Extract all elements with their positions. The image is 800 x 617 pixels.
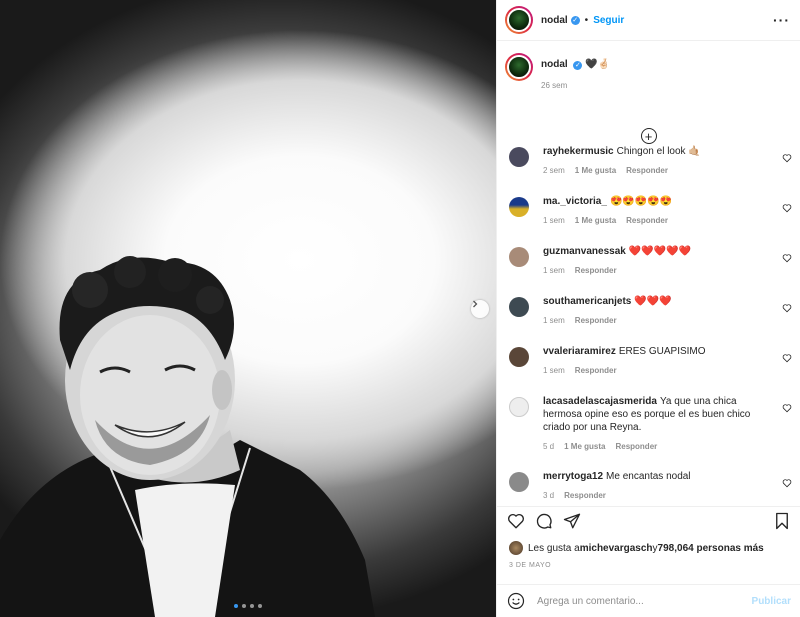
comment-item: rayhekermusic Chingon el look 🤙🏼 2 sem 1 M… <box>497 145 800 175</box>
likes-count[interactable]: 798,064 personas más <box>658 543 764 554</box>
publish-button[interactable]: Publicar <box>752 596 791 607</box>
comment-likes[interactable]: 1 Me gusta <box>575 216 616 225</box>
comment-like-heart-icon[interactable] <box>782 153 792 163</box>
more-options-icon[interactable]: ··· <box>773 12 790 28</box>
carousel-dot <box>242 604 246 608</box>
comment-time[interactable]: 5 d <box>543 442 554 451</box>
comment-like-heart-icon[interactable] <box>782 303 792 313</box>
post-date[interactable]: 3 DE MAYO <box>509 562 551 569</box>
comment-like-heart-icon[interactable] <box>782 403 792 413</box>
bookmark-icon[interactable] <box>773 512 791 530</box>
comment-time[interactable]: 1 sem <box>543 316 565 325</box>
comment-item: ma._victoria_ 😍😍😍😍😍 1 sem 1 Me gusta Respon… <box>497 195 800 225</box>
commenter-username[interactable]: rayhekermusic <box>543 146 614 157</box>
likes-summary: Les gusta a michevargasch y 798,064 pers… <box>509 541 764 555</box>
comment-time[interactable]: 3 d <box>543 491 554 500</box>
comments-list: rayhekermusic Chingon el look 🤙🏼 2 sem 1 M… <box>497 140 800 500</box>
verified-badge-icon: ✓ <box>573 60 583 70</box>
commenter-avatar[interactable] <box>509 147 529 167</box>
liker-username[interactable]: michevargasch <box>580 543 653 554</box>
comment-time[interactable]: 2 sem <box>543 166 565 175</box>
instagram-post: nodal ✓ • Seguir ··· nodal ✓ 🖤🤞🏻 26 sem … <box>0 0 800 617</box>
comment-input[interactable] <box>537 595 752 607</box>
carousel-indicator <box>234 604 262 608</box>
comment-item: lacasadelascajasmerida Ya que una chica h… <box>497 395 800 451</box>
reply-button[interactable]: Responder <box>564 491 606 500</box>
caption-text: 🖤🤞🏻 <box>585 59 611 70</box>
comment-like-heart-icon[interactable] <box>782 203 792 213</box>
emoji-smiley-icon[interactable] <box>507 592 525 610</box>
caption-username[interactable]: nodal <box>541 59 568 70</box>
commenter-username[interactable]: southamericanjets <box>543 296 631 307</box>
commenter-avatar[interactable] <box>509 472 529 492</box>
portrait-image <box>0 256 375 617</box>
commenter-avatar[interactable] <box>509 247 529 267</box>
comment-time[interactable]: 1 sem <box>543 366 565 375</box>
reply-button[interactable]: Responder <box>615 442 657 451</box>
follow-button[interactable]: Seguir <box>593 15 624 26</box>
comment-likes[interactable]: 1 Me gusta <box>575 166 616 175</box>
comment-icon[interactable] <box>535 512 553 530</box>
reply-button[interactable]: Responder <box>626 166 668 175</box>
commenter-avatar[interactable] <box>509 197 529 217</box>
carousel-dot <box>258 604 262 608</box>
commenter-username[interactable]: merrytoga12 <box>543 471 603 482</box>
commenter-username[interactable]: guzmanvanessak <box>543 246 626 257</box>
commenter-avatar[interactable] <box>509 297 529 317</box>
liker-avatar[interactable] <box>509 541 523 555</box>
share-icon[interactable] <box>563 512 581 530</box>
heart-icon[interactable] <box>507 512 525 530</box>
comment-time[interactable]: 1 sem <box>543 216 565 225</box>
commenter-username[interactable]: vvaleriaramirez <box>543 346 616 357</box>
reply-button[interactable]: Responder <box>575 366 617 375</box>
carousel-next-button[interactable] <box>471 300 489 318</box>
author-username[interactable]: nodal <box>541 15 568 26</box>
chevron-right-icon <box>473 300 478 308</box>
caption-time[interactable]: 26 sem <box>541 81 610 90</box>
post-sidebar: nodal ✓ • Seguir ··· nodal ✓ 🖤🤞🏻 26 sem … <box>496 0 800 617</box>
comment-text: ERES GUAPISIMO <box>618 346 706 357</box>
comment-text: 😍😍😍😍😍 <box>609 196 673 207</box>
likes-prefix: Les gusta a <box>528 542 580 554</box>
author-avatar[interactable] <box>505 6 533 34</box>
caption-avatar[interactable] <box>505 53 533 81</box>
carousel-dot <box>234 604 238 608</box>
comment-like-heart-icon[interactable] <box>782 353 792 363</box>
post-photo[interactable] <box>0 0 496 617</box>
verified-badge-icon: ✓ <box>570 15 580 25</box>
comment-item: vvaleriaramirez ERES GUAPISIMO 1 sem Respo… <box>497 345 800 375</box>
comment-like-heart-icon[interactable] <box>782 478 792 488</box>
post-actions-bar <box>497 506 800 534</box>
commenter-username[interactable]: ma._victoria_ <box>543 196 607 207</box>
comment-likes[interactable]: 1 Me gusta <box>564 442 605 451</box>
comment-time[interactable]: 1 sem <box>543 266 565 275</box>
reply-button[interactable]: Responder <box>575 316 617 325</box>
comment-text: ❤️❤️❤️ <box>634 296 672 307</box>
reply-button[interactable]: Responder <box>575 266 617 275</box>
comment-item: southamericanjets ❤️❤️❤️ 1 sem Responder <box>497 295 800 325</box>
comment-item: merrytoga12 Me encantas nodal 3 d Responde… <box>497 470 800 500</box>
comment-text: ❤️❤️❤️❤️❤️ <box>628 246 692 257</box>
caption-text-line: nodal ✓ 🖤🤞🏻 <box>541 59 610 70</box>
comment-text: Chingon el look 🤙🏼 <box>616 146 701 157</box>
header-separator: • <box>584 14 589 26</box>
comment-like-heart-icon[interactable] <box>782 253 792 263</box>
post-header: nodal ✓ • Seguir ··· <box>497 0 800 41</box>
reply-button[interactable]: Responder <box>626 216 668 225</box>
comment-item: guzmanvanessak ❤️❤️❤️❤️❤️ 1 sem Responder <box>497 245 800 275</box>
carousel-dot <box>250 604 254 608</box>
commenter-username[interactable]: lacasadelascajasmerida <box>543 396 657 407</box>
commenter-avatar[interactable] <box>509 347 529 367</box>
commenter-avatar[interactable] <box>509 397 529 417</box>
comment-text: Me encantas nodal <box>606 471 691 482</box>
post-caption: nodal ✓ 🖤🤞🏻 26 sem <box>497 41 800 112</box>
add-comment-bar: Publicar <box>497 584 800 617</box>
